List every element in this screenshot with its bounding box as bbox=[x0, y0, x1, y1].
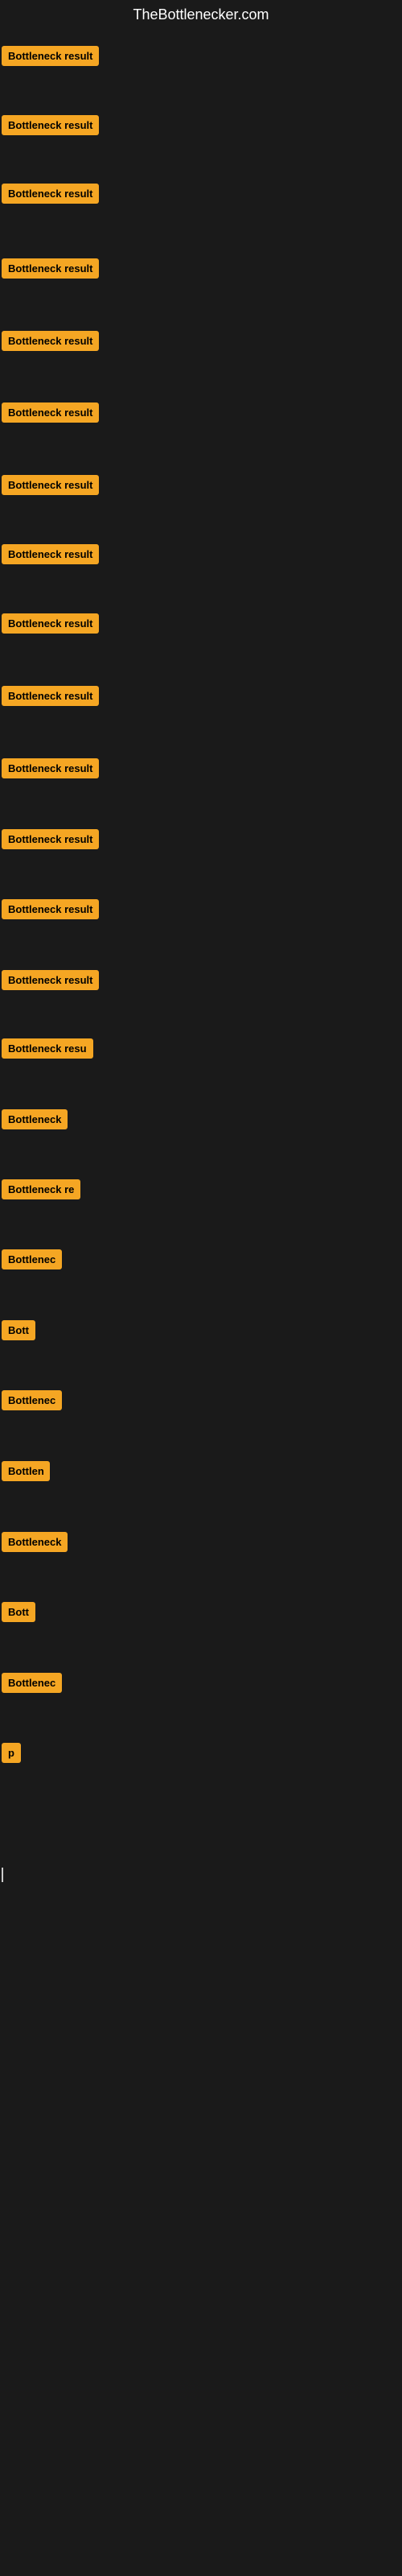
bottleneck-card-9: Bottleneck result bbox=[2, 613, 99, 638]
bottleneck-label: Bottleneck result bbox=[2, 970, 99, 990]
bottleneck-card-20: Bottlenec bbox=[2, 1390, 62, 1414]
bottleneck-label: Bottleneck result bbox=[2, 258, 99, 279]
bottleneck-card-17: Bottleneck re bbox=[2, 1179, 80, 1203]
bottleneck-label: Bottlenec bbox=[2, 1673, 62, 1693]
bottleneck-label: Bottleneck result bbox=[2, 544, 99, 564]
bottleneck-label: Bottleneck re bbox=[2, 1179, 80, 1199]
bottleneck-label: Bottleneck result bbox=[2, 758, 99, 778]
bottleneck-card-12: Bottleneck result bbox=[2, 829, 99, 853]
bottleneck-label: Bottlen bbox=[2, 1461, 50, 1481]
bottleneck-card-21: Bottlen bbox=[2, 1461, 50, 1485]
bottleneck-label: Bottleneck result bbox=[2, 686, 99, 706]
bottleneck-card-25: p bbox=[2, 1743, 21, 1767]
bottleneck-card-13: Bottleneck result bbox=[2, 899, 99, 923]
bottleneck-card-6: Bottleneck result bbox=[2, 402, 99, 427]
bottleneck-label: Bottleneck result bbox=[2, 115, 99, 135]
bottleneck-card-1: Bottleneck result bbox=[2, 46, 99, 70]
bottleneck-label: Bott bbox=[2, 1602, 35, 1622]
bottleneck-label: Bottleneck result bbox=[2, 475, 99, 495]
bottleneck-card-3: Bottleneck result bbox=[2, 184, 99, 208]
bottleneck-label: Bottleneck result bbox=[2, 829, 99, 849]
bottleneck-label: Bottleneck bbox=[2, 1109, 68, 1129]
bottleneck-label: Bottleneck result bbox=[2, 402, 99, 423]
bottleneck-label: Bottleneck result bbox=[2, 331, 99, 351]
site-title: TheBottlenecker.com bbox=[0, 0, 402, 33]
cursor-line bbox=[2, 1868, 3, 1882]
bottleneck-card-24: Bottlenec bbox=[2, 1673, 62, 1697]
bottleneck-card-15: Bottleneck resu bbox=[2, 1038, 93, 1063]
bottleneck-card-8: Bottleneck result bbox=[2, 544, 99, 568]
bottleneck-card-11: Bottleneck result bbox=[2, 758, 99, 782]
bottleneck-card-18: Bottlenec bbox=[2, 1249, 62, 1274]
bottleneck-label: Bottleneck result bbox=[2, 46, 99, 66]
bottleneck-card-7: Bottleneck result bbox=[2, 475, 99, 499]
bottleneck-card-19: Bott bbox=[2, 1320, 35, 1344]
bottleneck-label: Bottlenec bbox=[2, 1390, 62, 1410]
bottleneck-card-14: Bottleneck result bbox=[2, 970, 99, 994]
bottleneck-card-2: Bottleneck result bbox=[2, 115, 99, 139]
bottleneck-label: Bottleneck resu bbox=[2, 1038, 93, 1059]
bottleneck-card-16: Bottleneck bbox=[2, 1109, 68, 1133]
bottleneck-label: Bottleneck result bbox=[2, 184, 99, 204]
bottleneck-label: p bbox=[2, 1743, 21, 1763]
bottleneck-label: Bott bbox=[2, 1320, 35, 1340]
bottleneck-card-23: Bott bbox=[2, 1602, 35, 1626]
bottleneck-label: Bottleneck bbox=[2, 1532, 68, 1552]
bottleneck-label: Bottleneck result bbox=[2, 613, 99, 634]
bottleneck-label: Bottleneck result bbox=[2, 899, 99, 919]
bottleneck-card-22: Bottleneck bbox=[2, 1532, 68, 1556]
bottleneck-card-4: Bottleneck result bbox=[2, 258, 99, 283]
bottleneck-card-5: Bottleneck result bbox=[2, 331, 99, 355]
bottleneck-card-10: Bottleneck result bbox=[2, 686, 99, 710]
bottleneck-label: Bottlenec bbox=[2, 1249, 62, 1269]
